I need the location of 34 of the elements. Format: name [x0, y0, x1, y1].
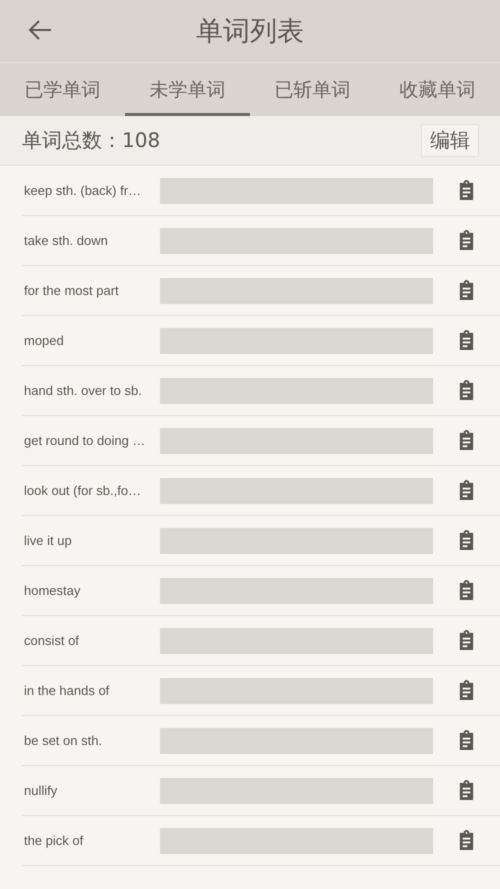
- clipboard-icon[interactable]: [457, 630, 476, 651]
- clipboard-icon[interactable]: [457, 680, 476, 701]
- word-text: nullify: [23, 782, 58, 798]
- word-text: look out (for sb.,fo…: [23, 482, 142, 498]
- word-text: hand sth. over to sb.: [23, 382, 143, 398]
- clipboard-icon[interactable]: [457, 280, 476, 301]
- tab[interactable]: 已斩单词: [250, 63, 375, 116]
- clipboard-icon[interactable]: [457, 330, 476, 351]
- word-text: be set on sth.: [23, 732, 104, 748]
- tab[interactable]: 已学单词: [0, 63, 125, 116]
- word-text: the pick of: [23, 832, 84, 848]
- clipboard-icon[interactable]: [457, 530, 476, 551]
- word-text: for the most part: [23, 282, 120, 298]
- page-title: 单词列表: [196, 15, 304, 49]
- clipboard-icon[interactable]: [457, 580, 476, 601]
- word-text: moped: [23, 332, 65, 348]
- tab[interactable]: 收藏单词: [375, 63, 500, 116]
- clipboard-icon[interactable]: [457, 230, 476, 251]
- word-text: live it up: [23, 532, 73, 548]
- clipboard-icon[interactable]: [457, 430, 476, 451]
- word-text: get round to doing …: [23, 432, 146, 448]
- clipboard-icon[interactable]: [457, 480, 476, 501]
- edit-button[interactable]: 编辑: [421, 124, 479, 157]
- word-text: homestay: [23, 582, 82, 598]
- clipboard-icon[interactable]: [457, 830, 476, 851]
- word-count: 单词总数：108: [22, 127, 160, 154]
- word-text: consist of: [23, 632, 80, 648]
- word-text: keep sth. (back) fr…: [23, 182, 142, 198]
- clipboard-icon[interactable]: [457, 180, 476, 201]
- word-text: in the hands of: [23, 682, 110, 698]
- clipboard-icon[interactable]: [457, 730, 476, 751]
- clipboard-icon[interactable]: [457, 380, 476, 401]
- clipboard-icon[interactable]: [457, 780, 476, 801]
- word-text: take sth. down: [23, 232, 109, 248]
